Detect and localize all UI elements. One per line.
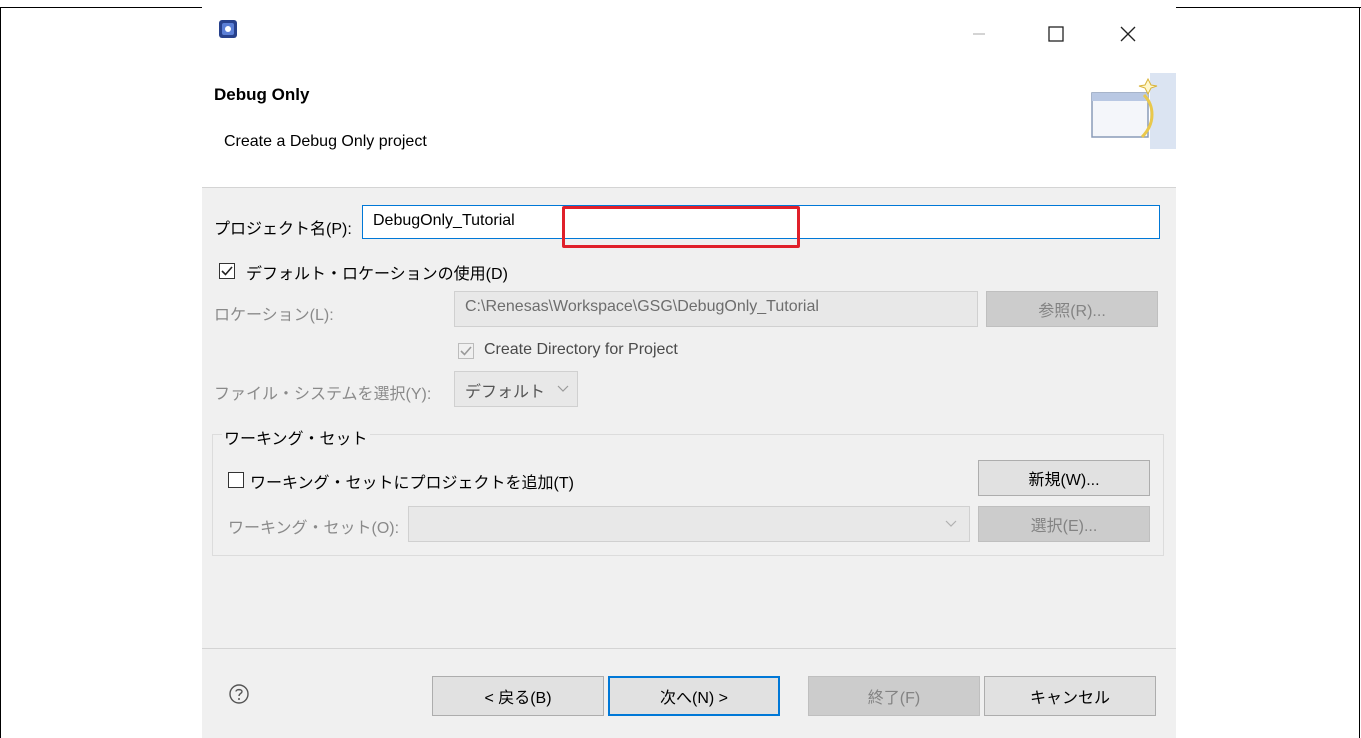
project-name-label: プロジェクト名(P): bbox=[214, 221, 352, 238]
new-working-set-button[interactable]: 新規(W)... bbox=[978, 460, 1150, 496]
select-working-set-button[interactable]: 選択(E)... bbox=[978, 506, 1150, 542]
help-icon[interactable] bbox=[228, 683, 250, 705]
checkmark-icon bbox=[221, 266, 233, 276]
close-icon bbox=[1120, 26, 1136, 42]
cancel-button[interactable]: キャンセル bbox=[984, 676, 1156, 716]
back-button[interactable]: < 戻る(B) bbox=[432, 676, 604, 716]
chevron-down-icon bbox=[557, 385, 569, 392]
location-input[interactable]: C:\Renesas\Workspace\GSG\DebugOnly_Tutor… bbox=[454, 291, 978, 327]
minimize-button[interactable] bbox=[959, 19, 999, 49]
page-left-border bbox=[0, 7, 1, 738]
checkmark-icon bbox=[460, 346, 472, 356]
wizard-header: Debug Only Create a Debug Only project bbox=[202, 73, 1176, 188]
file-system-selected: デフォルト bbox=[465, 384, 546, 401]
new-project-dialog: Debug Only Create a Debug Only project プ… bbox=[202, 7, 1176, 738]
maximize-icon bbox=[1048, 26, 1064, 42]
page-right-border bbox=[1359, 7, 1360, 738]
working-set-field-label: ワーキング・セット(O): bbox=[228, 520, 400, 537]
wizard-banner-icon bbox=[1091, 73, 1176, 149]
highlight-box bbox=[562, 206, 800, 248]
file-system-select[interactable]: デフォルト bbox=[454, 371, 578, 407]
add-working-set-label: ワーキング・セットにプロジェクトを追加(T) bbox=[250, 475, 574, 492]
file-system-label: ファイル・システムを選択(Y): bbox=[214, 386, 432, 403]
maximize-button[interactable] bbox=[1036, 19, 1076, 49]
working-set-combo[interactable] bbox=[408, 506, 970, 542]
wizard-subtitle: Create a Debug Only project bbox=[224, 133, 427, 150]
chevron-down-icon bbox=[945, 520, 957, 527]
create-directory-checkbox[interactable] bbox=[458, 343, 474, 359]
minimize-icon bbox=[973, 33, 985, 35]
create-directory-label: Create Directory for Project bbox=[484, 341, 678, 358]
default-location-checkbox[interactable] bbox=[219, 263, 235, 279]
footer-separator bbox=[202, 648, 1176, 649]
default-location-label: デフォルト・ロケーションの使用(D) bbox=[246, 266, 508, 283]
next-button[interactable]: 次へ(N) > bbox=[608, 676, 780, 716]
wizard-title: Debug Only bbox=[214, 85, 310, 104]
finish-button[interactable]: 終了(F) bbox=[808, 676, 980, 716]
app-icon bbox=[219, 20, 237, 38]
add-working-set-checkbox[interactable] bbox=[228, 472, 244, 488]
location-label: ロケーション(L): bbox=[214, 307, 334, 324]
title-bar bbox=[202, 7, 1176, 73]
close-button[interactable] bbox=[1108, 19, 1148, 49]
browse-button[interactable]: 参照(R)... bbox=[986, 291, 1158, 327]
working-set-group-title: ワーキング・セット bbox=[222, 425, 370, 449]
